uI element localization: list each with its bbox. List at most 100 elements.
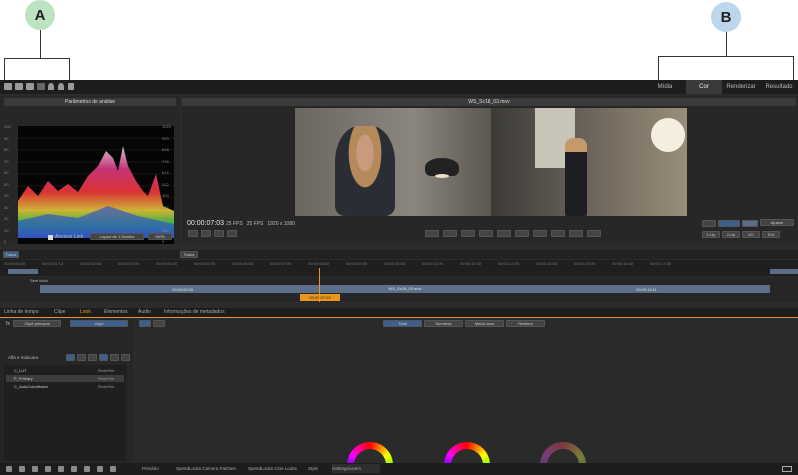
transport-button[interactable] [551,230,565,237]
analysis-panel: Parâmetros de análise 100 90 80 70 60 50 40 30 2… [0,96,180,244]
bottom-tool-icon[interactable] [110,466,116,472]
ruler-label: 00:00:05:00 [194,261,216,266]
layout-icon[interactable] [782,466,792,472]
grid-icon[interactable] [37,83,45,90]
ruler-out-marker [770,269,798,274]
bottom-bar-tab[interactable]: Primário [142,464,172,473]
alpha-btn-2[interactable] [77,354,86,361]
transport-button[interactable] [497,230,511,237]
timecode-display: 00:00:07:03 [187,220,224,227]
transport-button[interactable] [443,230,457,237]
callout-b-line [726,32,727,56]
alpha-btn-6[interactable] [121,354,130,361]
layer-row[interactable]: C_AutoColorMatch RedeFim [6,383,124,390]
fx-tab-main[interactable]: Clipe principal [13,320,61,327]
playhead[interactable] [319,268,320,302]
mark-filter[interactable]: Todos [180,251,198,258]
color-mode-btn-2[interactable] [153,320,165,327]
bottom-tool-icon[interactable] [97,466,103,472]
viewer-tool-button[interactable] [188,230,198,237]
bottom-tool-icon[interactable] [6,466,12,472]
transport-button[interactable] [587,230,601,237]
transport-button[interactable] [479,230,493,237]
alpha-btn-5[interactable] [110,354,119,361]
undo-icon[interactable] [48,83,54,90]
bottom-tab[interactable]: Informações de metadados [164,308,226,317]
bottom-bar-tab[interactable]: SpeedLooks Camera Patches [176,464,244,473]
track-row-clip: WS_Sc18_03.mov 00:00:00:00 00:00:10:11 [0,285,798,294]
bottom-tool-icon[interactable] [84,466,90,472]
ruler-label: 00:00:16:00 [612,261,634,266]
layer-row[interactable]: P_Primary RedeFim [6,375,124,382]
scale-right-label: 307 [162,204,169,210]
transport-button[interactable] [461,230,475,237]
tab-renderizar[interactable]: Renderizar [724,80,758,94]
scale-left-label: 40 [4,193,9,198]
transport-button[interactable] [569,230,583,237]
scale-left-label: 100 [4,124,11,129]
viewer-tool-button[interactable] [201,230,211,237]
fx-tab-clip[interactable]: Clipe [70,320,128,327]
bottom-tab[interactable]: Áudio [138,308,160,317]
bottom-bar-tab[interactable]: /settings/users [332,464,380,473]
color-tab[interactable]: Sombras [424,320,463,327]
bottom-tool-icon[interactable] [19,466,25,472]
scale-left-label: 90 [4,135,9,141]
tab-midia[interactable]: Mídia [650,80,680,94]
person-left [335,126,395,216]
viewer-btn-a[interactable] [702,220,716,227]
timeline-ruler: 00:00:00:00 00:00:01:12 00:00:02:08 00:00:0… [0,260,798,276]
tracks-filter[interactable]: Todos [3,251,19,258]
scale-right-label: 920 [162,135,169,141]
color-tabs: Total Sombras Meios-tons Realces [383,320,553,328]
bottom-tabs: Linha de tempo Clipe Look Elementos Áudio Inf… [0,308,798,317]
scale-left-label: 50 [4,181,9,187]
save-icon[interactable] [15,83,23,90]
alpha-label: Alfa e máscara [8,355,39,360]
viewer-btn-c[interactable] [742,220,758,227]
video-frame [295,108,687,216]
viewer-tool-button[interactable] [214,230,224,237]
playback-controls [0,230,798,242]
folder-icon[interactable] [4,83,12,90]
alpha-btn-3[interactable] [88,354,97,361]
export-icon[interactable] [26,83,34,90]
bottom-tab[interactable]: Look [80,308,100,317]
color-tab[interactable]: Meios-tons [465,320,504,327]
transport-button[interactable] [425,230,439,237]
waveform-svg [18,137,174,238]
callout-b-bracket [658,56,794,80]
bottom-tool-icon[interactable] [32,466,38,472]
bottom-tab[interactable]: Clipe [54,308,76,317]
bottom-tool-icon[interactable] [45,466,51,472]
color-mode-btn[interactable] [139,320,151,327]
tab-cor[interactable]: Cor [686,80,722,94]
wrench-icon[interactable] [68,83,74,90]
ruler-label: 00:00:11:00 [422,261,443,266]
alpha-btn-1[interactable] [66,354,75,361]
bottom-tool-icon[interactable] [58,466,64,472]
color-panel: Total Sombras Meios-tons Realces [135,318,798,475]
color-tab[interactable]: Realces [506,320,545,327]
bottom-tool-icon[interactable] [71,466,77,472]
alpha-btn-4[interactable] [99,354,108,361]
redo-icon[interactable] [58,83,64,90]
tab-resultado[interactable]: Resultado [762,80,796,94]
viewer-tool-button[interactable] [227,230,237,237]
fit-dropdown[interactable]: Ajustar [760,219,794,226]
callout-a: A [25,0,55,30]
callout-b: B [711,2,741,32]
bottom-tab[interactable]: Linha de tempo [4,308,50,317]
timeline-clip[interactable]: WS_Sc18_03.mov [40,285,770,293]
bottom-bar-tab[interactable]: Style [308,464,328,473]
viewer-btn-b[interactable] [718,220,740,227]
ruler-label: 00:00:09:00 [346,261,368,266]
color-tab[interactable]: Total [383,320,422,327]
transport-button[interactable] [533,230,547,237]
bottom-bar-tab[interactable]: SpeedLooks Cine Looks [248,464,304,473]
layer-name: C_LUT [14,368,27,373]
clip-name: WS_Sc18_03.mov [388,286,422,291]
bottom-tab[interactable]: Elementos [104,308,134,317]
transport-button[interactable] [515,230,529,237]
layer-row[interactable]: C_LUT RedeFim [6,367,124,374]
